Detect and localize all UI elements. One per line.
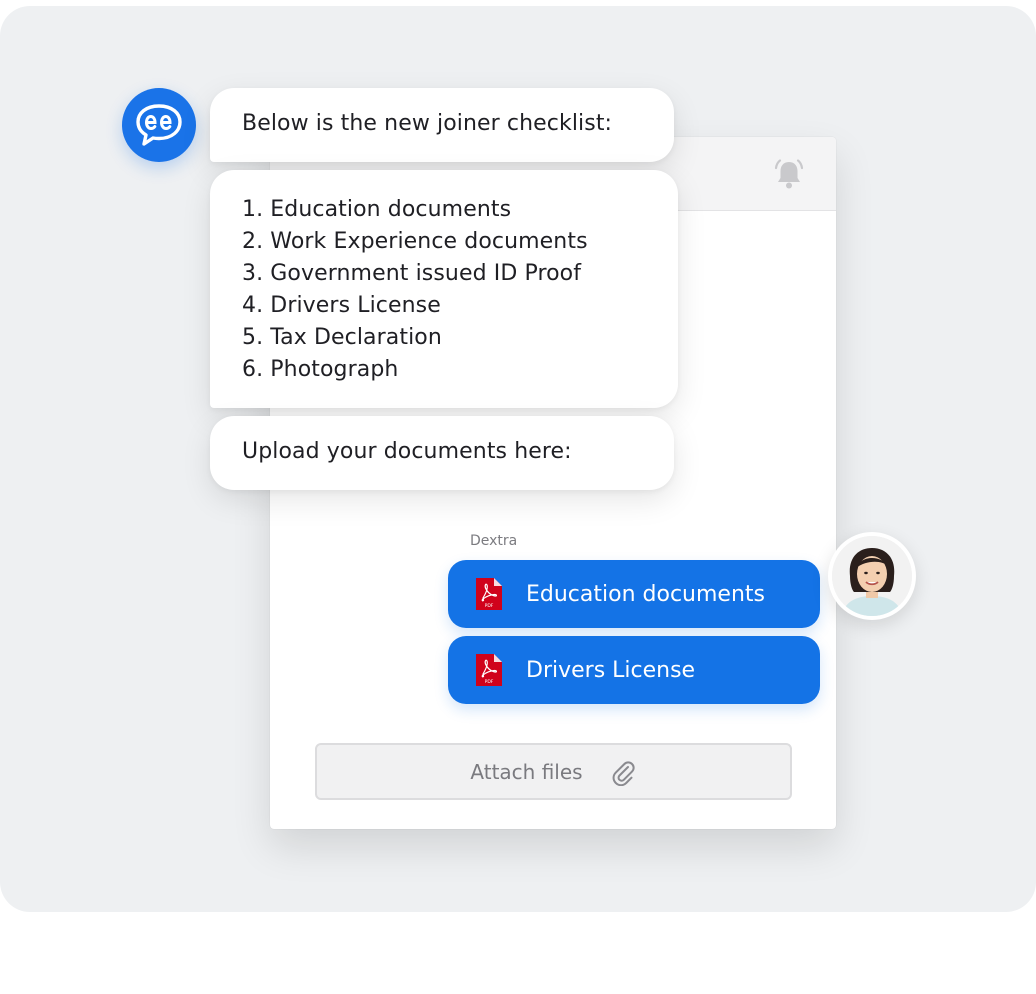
sender-name: Dextra: [470, 533, 518, 549]
file-name: Education documents: [526, 581, 765, 607]
attach-files-button[interactable]: Attach files: [315, 743, 792, 800]
checklist-item: 6. Photograph: [242, 357, 399, 382]
paperclip-icon: [612, 760, 635, 786]
pdf-icon: PDF: [476, 654, 502, 686]
chatbot-logo-icon: [122, 88, 196, 162]
svg-text:PDF: PDF: [485, 679, 494, 685]
checklist-item: 1. Education documents: [242, 197, 512, 222]
bot-message-checklist: 1. Education documents 2. Work Experienc…: [210, 170, 678, 408]
checklist: 1. Education documents 2. Work Experienc…: [242, 194, 646, 386]
svg-text:PDF: PDF: [485, 603, 494, 609]
message-text: Upload your documents here:: [242, 439, 572, 464]
pdf-icon: PDF: [476, 578, 502, 610]
checklist-item: 2. Work Experience documents: [242, 229, 588, 254]
message-text: Below is the new joiner checklist:: [242, 111, 613, 136]
bot-message-intro: Below is the new joiner checklist:: [210, 88, 674, 162]
file-attachment-drivers-license[interactable]: PDF Drivers License: [448, 636, 820, 704]
checklist-item: 3. Government issued ID Proof: [242, 261, 582, 286]
user-avatar: [828, 532, 916, 620]
bot-message-upload-prompt: Upload your documents here:: [210, 416, 674, 490]
attach-files-label: Attach files: [470, 759, 583, 784]
file-name: Drivers License: [526, 657, 696, 683]
bell-icon[interactable]: [772, 157, 806, 191]
checklist-item: 5. Tax Declaration: [242, 325, 442, 350]
checklist-item: 4. Drivers License: [242, 293, 441, 318]
file-attachment-education[interactable]: PDF Education documents: [448, 560, 820, 628]
